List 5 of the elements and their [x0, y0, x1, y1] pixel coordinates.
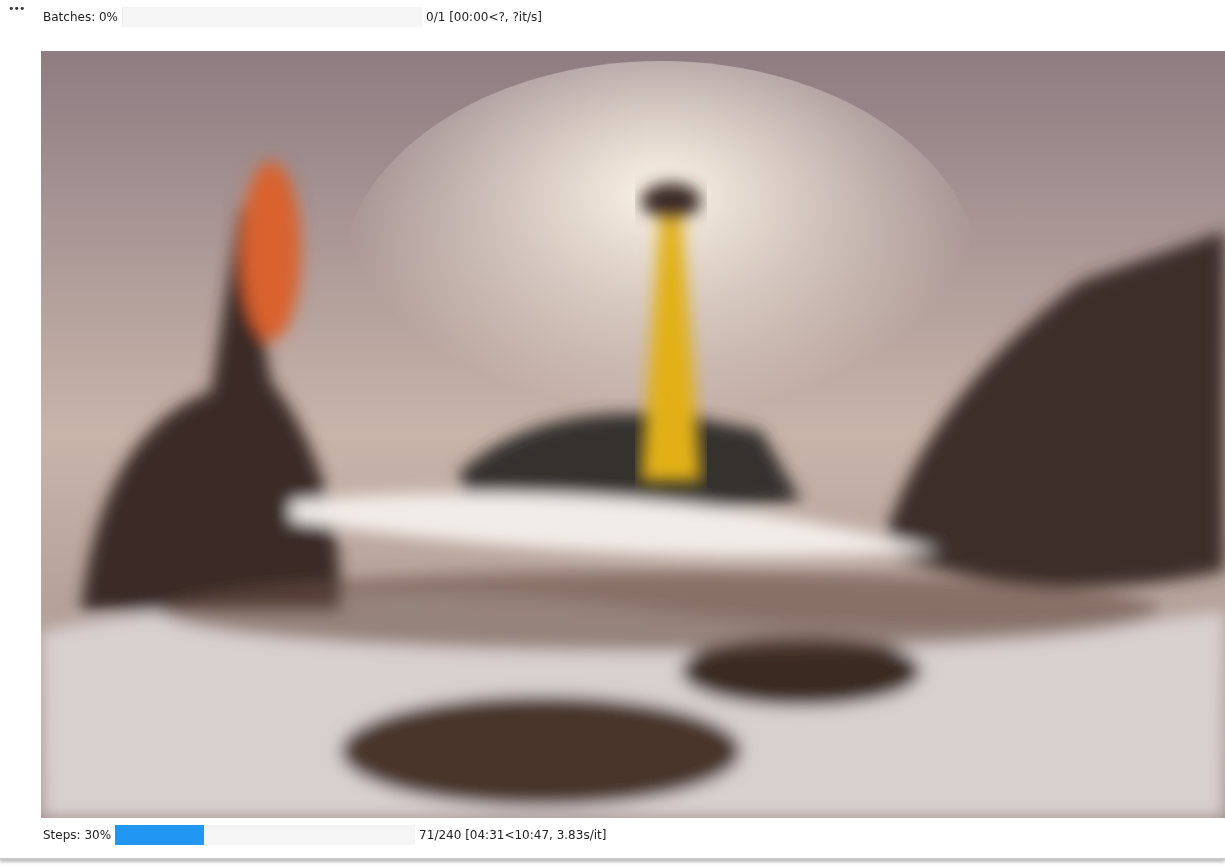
- progress-status: 0/1 [00:00<?, ?it/s]: [426, 10, 542, 24]
- progress-label: Steps: 30%: [43, 828, 112, 842]
- more-icon[interactable]: •••: [0, 0, 41, 15]
- progress-label: Batches: 0%: [43, 10, 119, 24]
- progress-status: 71/240 [04:31<10:47, 3.83s/it]: [419, 828, 607, 842]
